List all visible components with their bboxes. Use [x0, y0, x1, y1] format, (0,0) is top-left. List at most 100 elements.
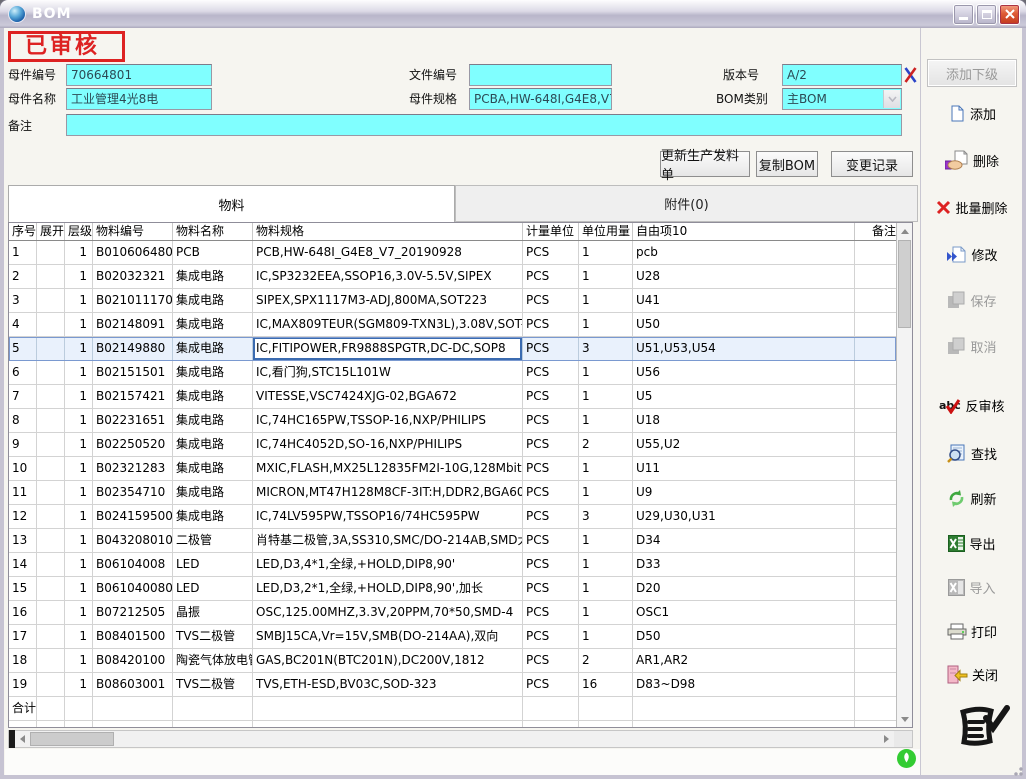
cell[interactable] — [37, 409, 65, 432]
cell[interactable]: 3 — [579, 337, 633, 360]
column-header-4[interactable]: 物料名称 — [173, 223, 253, 240]
cell[interactable] — [855, 577, 896, 600]
cell[interactable]: 7 — [9, 385, 37, 408]
delete-button[interactable]: 删除 — [924, 147, 1020, 173]
cell[interactable]: B02250520 — [93, 433, 173, 456]
cell[interactable]: LED,D3,4*1,全绿,+HOLD,DIP8,90' — [253, 553, 523, 576]
cell[interactable]: PCS — [523, 577, 579, 600]
cell[interactable] — [37, 553, 65, 576]
cell[interactable]: 2 — [579, 433, 633, 456]
cell[interactable]: 1 — [65, 241, 93, 264]
import-button[interactable]: 导入 — [924, 574, 1020, 600]
doc-code-field[interactable] — [469, 64, 612, 86]
column-header-5[interactable]: 物料规格 — [253, 223, 523, 240]
cell[interactable]: D34 — [633, 529, 855, 552]
cell[interactable]: 肖特基二极管,3A,SS310,SMC/DO-214AB,SMD大 — [253, 529, 523, 552]
cell[interactable]: PCS — [523, 265, 579, 288]
cell[interactable]: 二极管 — [173, 529, 253, 552]
cell[interactable]: 1 — [65, 481, 93, 504]
cell[interactable] — [855, 505, 896, 528]
cell[interactable] — [37, 505, 65, 528]
vertical-scrollbar[interactable] — [896, 223, 912, 727]
cell[interactable]: 9 — [9, 433, 37, 456]
cell[interactable]: 集成电路 — [173, 385, 253, 408]
cell[interactable]: B0610400801 — [93, 577, 173, 600]
cell[interactable] — [37, 385, 65, 408]
cell[interactable]: PCS — [523, 529, 579, 552]
cell[interactable]: PCS — [523, 601, 579, 624]
cell[interactable]: U41 — [633, 289, 855, 312]
cell[interactable]: TVS二极管 — [173, 625, 253, 648]
cell[interactable] — [855, 529, 896, 552]
column-header-7[interactable]: 单位用量 — [579, 223, 633, 240]
cell[interactable]: 1 — [65, 385, 93, 408]
column-header-8[interactable]: 自由项10 — [633, 223, 855, 240]
cell[interactable]: PCS — [523, 625, 579, 648]
find-button[interactable]: 查找 — [924, 440, 1020, 466]
version-clear-button[interactable] — [903, 65, 918, 89]
cell[interactable] — [855, 433, 896, 456]
cell[interactable]: 1 — [65, 625, 93, 648]
cell[interactable]: PCS — [523, 673, 579, 696]
cell[interactable]: PCS — [523, 385, 579, 408]
table-row[interactable]: 121B0241595000集成电路IC,74LV595PW,TSSOP16/7… — [9, 505, 896, 529]
cell[interactable] — [37, 529, 65, 552]
cell[interactable]: 1 — [65, 649, 93, 672]
cell[interactable]: 2 — [579, 649, 633, 672]
cell[interactable]: 1 — [65, 433, 93, 456]
cell[interactable] — [37, 289, 65, 312]
cell[interactable]: 1 — [579, 265, 633, 288]
cell[interactable] — [855, 361, 896, 384]
cell[interactable]: IC,74HC4052D,SO-16,NXP/PHILIPS — [253, 433, 523, 456]
cell[interactable] — [855, 649, 896, 672]
tab-material[interactable]: 物料 — [8, 185, 455, 222]
column-header-3[interactable]: 物料编号 — [93, 223, 173, 240]
cell[interactable]: B0210111700 — [93, 289, 173, 312]
remark-field[interactable] — [66, 114, 902, 136]
cell[interactable] — [855, 337, 896, 360]
cell[interactable]: IC,74HC165PW,TSSOP-16,NXP/PHILIPS — [253, 409, 523, 432]
cell[interactable]: 12 — [9, 505, 37, 528]
table-row[interactable]: 21B02032321集成电路IC,SP3232EEA,SSOP16,3.0V-… — [9, 265, 896, 289]
table-row[interactable]: 31B0210111700集成电路SIPEX,SPX1117M3-ADJ,800… — [9, 289, 896, 313]
cell[interactable]: 18 — [9, 649, 37, 672]
cell[interactable]: IC,FITIPOWER,FR9888SPGTR,DC-DC,SOP8 — [253, 337, 523, 360]
cell[interactable] — [855, 313, 896, 336]
cell[interactable] — [855, 625, 896, 648]
resize-grip[interactable] — [1011, 764, 1023, 776]
cell[interactable]: 1 — [579, 361, 633, 384]
cell[interactable]: IC,SP3232EEA,SSOP16,3.0V-5.5V,SIPEX — [253, 265, 523, 288]
table-row[interactable]: 191B08603001TVS二极管TVS,ETH-ESD,BV03C,SOD-… — [9, 673, 896, 697]
cell[interactable]: OSC1 — [633, 601, 855, 624]
cell[interactable]: U11 — [633, 457, 855, 480]
cell[interactable]: 14 — [9, 553, 37, 576]
table-row[interactable]: 111B02354710集成电路MICRON,MT47H128M8CF-3IT:… — [9, 481, 896, 505]
cell[interactable]: PCB — [173, 241, 253, 264]
cell[interactable]: PCS — [523, 361, 579, 384]
cell[interactable]: 1 — [65, 553, 93, 576]
cell[interactable]: 2 — [9, 265, 37, 288]
cell[interactable]: IC,74LV595PW,TSSOP16/74HC595PW — [253, 505, 523, 528]
cell[interactable]: 17 — [9, 625, 37, 648]
cell[interactable]: B08603001 — [93, 673, 173, 696]
cell[interactable]: 3 — [9, 289, 37, 312]
cell[interactable]: 15 — [9, 577, 37, 600]
cell[interactable]: PCS — [523, 457, 579, 480]
horizontal-scroll-thumb[interactable] — [30, 732, 114, 746]
cell[interactable]: B0106064807 — [93, 241, 173, 264]
cell[interactable] — [37, 673, 65, 696]
cell[interactable]: MXIC,FLASH,MX25L12835FM2I-10G,128Mbit,3.… — [253, 457, 523, 480]
cell[interactable]: PCS — [523, 241, 579, 264]
cell[interactable]: 1 — [65, 529, 93, 552]
cell[interactable] — [37, 625, 65, 648]
cell[interactable]: PCS — [523, 289, 579, 312]
cell[interactable]: B0432080100 — [93, 529, 173, 552]
cell[interactable]: 1 — [579, 529, 633, 552]
cell[interactable] — [37, 241, 65, 264]
cell[interactable] — [855, 673, 896, 696]
cell[interactable]: 1 — [579, 625, 633, 648]
cell[interactable] — [37, 361, 65, 384]
cell[interactable]: 1 — [579, 385, 633, 408]
cell[interactable]: B06104008 — [93, 553, 173, 576]
cell[interactable] — [855, 385, 896, 408]
